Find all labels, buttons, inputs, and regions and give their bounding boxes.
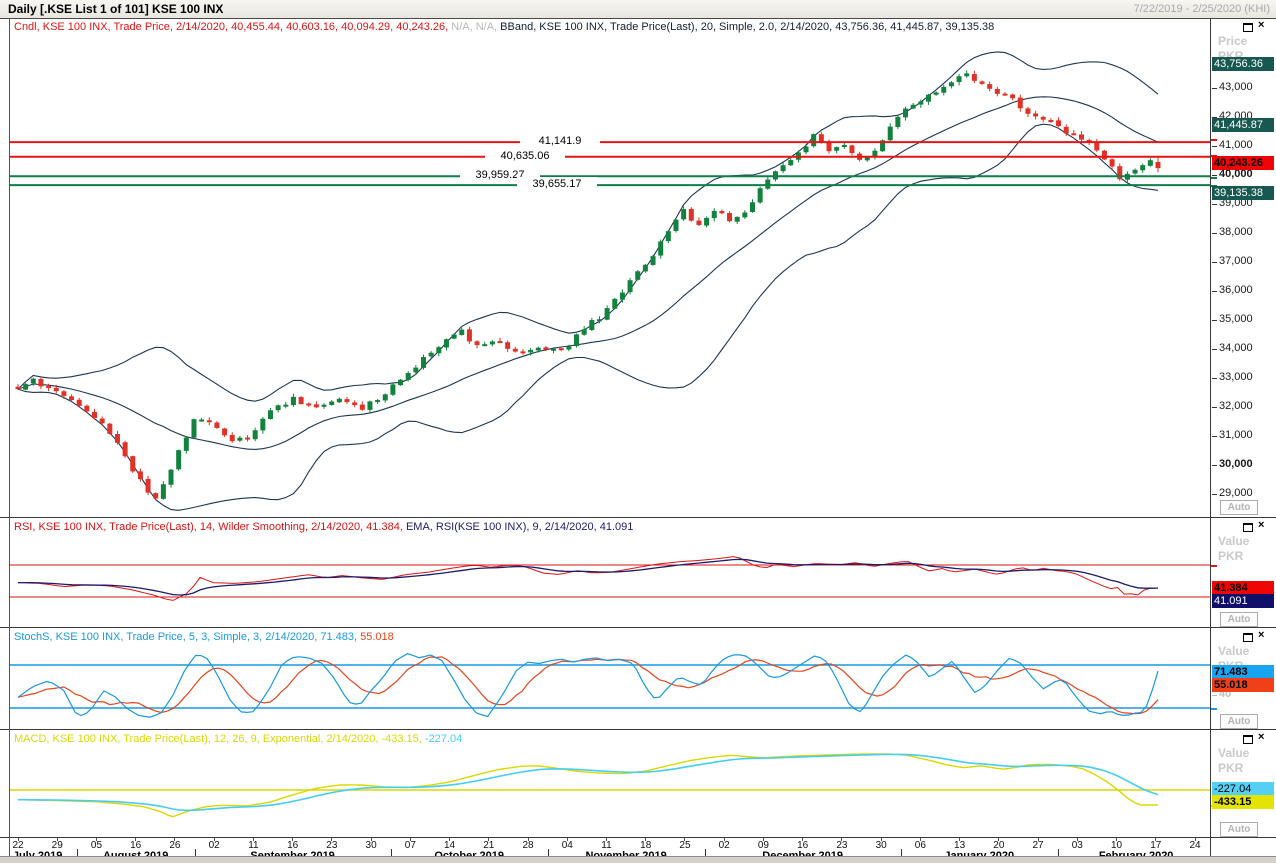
- chart-title: Daily [.KSE List 1 of 101] KSE 100 INX: [8, 2, 223, 16]
- macd-auto-button[interactable]: Auto: [1220, 822, 1258, 837]
- maximize-icon[interactable]: [1243, 633, 1253, 642]
- horizontal-level-lines[interactable]: [10, 142, 1210, 185]
- level-line-label[interactable]: 39,655.17: [517, 177, 597, 191]
- level-line-label[interactable]: 41,141.9: [520, 134, 600, 148]
- price-axis-badge: 43,756.36: [1212, 57, 1274, 71]
- macd-axis-badge: -227.04: [1212, 782, 1274, 796]
- price-axis-tick-label: 41,000: [1219, 139, 1253, 151]
- price-axis-tick-dash: [1212, 349, 1217, 350]
- day-tick-label: 30: [871, 840, 891, 851]
- price-chart-canvas[interactable]: [10, 18, 1210, 518]
- day-tick-label: 30: [361, 840, 381, 851]
- price-axis-tick-label: 37,000: [1219, 255, 1253, 267]
- plot-left-border: [9, 18, 10, 856]
- price-axis-badge: 40,243.26: [1212, 156, 1274, 170]
- day-tick-label: 02: [204, 840, 224, 851]
- rsi-axis-title: Value: [1218, 534, 1249, 548]
- stoch-axis-badge: 71.483: [1212, 665, 1274, 679]
- price-axis-tick-dash: [1212, 320, 1217, 321]
- macd-axis-badge: -433.15: [1212, 795, 1274, 809]
- maximize-icon[interactable]: [1243, 23, 1253, 32]
- price-axis-tick-dash: [1212, 175, 1217, 176]
- price-auto-button[interactable]: Auto: [1220, 500, 1258, 515]
- price-axis-badge: 39,135.38: [1212, 186, 1274, 200]
- price-axis-tick-dash: [1212, 465, 1217, 466]
- macd-axis-unit: PKR: [1218, 761, 1243, 775]
- price-axis-tick-dash: [1212, 146, 1217, 147]
- close-icon[interactable]: ×: [1258, 629, 1264, 641]
- price-axis-tick-label: 35,000: [1219, 313, 1253, 325]
- price-axis-badge: 41,445.87: [1212, 118, 1274, 132]
- rsi-level-dash: [1210, 565, 1217, 567]
- pane-separator: [0, 517, 1276, 518]
- price-axis-tick-label: 36,000: [1219, 284, 1253, 296]
- macd-chart-canvas[interactable]: [10, 730, 1210, 838]
- maximize-icon[interactable]: [1243, 523, 1253, 532]
- axis-left-border: [1210, 18, 1211, 856]
- price-level-dash: [1210, 139, 1217, 141]
- price-level-dash: [1210, 177, 1217, 179]
- price-axis-tick-label: 30,000: [1219, 458, 1253, 470]
- price-axis-tick-label: 32,000: [1219, 400, 1253, 412]
- price-axis-tick-label: 43,000: [1219, 81, 1253, 93]
- pane-separator: [0, 729, 1276, 730]
- window-bottom-strip: [0, 856, 1276, 863]
- rsi-axis-badge: 41.091: [1212, 594, 1274, 608]
- price-axis-tick-dash: [1212, 233, 1217, 234]
- price-axis-tick-dash: [1212, 88, 1217, 89]
- price-axis-tick-dash: [1212, 407, 1217, 408]
- close-icon[interactable]: ×: [1258, 519, 1264, 531]
- day-tick-label: 02: [714, 840, 734, 851]
- price-axis-tick-label: 38,000: [1219, 226, 1253, 238]
- price-axis-tick-label: 29,000: [1219, 487, 1253, 499]
- level-line-label[interactable]: 40,635.06: [485, 149, 565, 163]
- price-axis-tick-dash: [1212, 262, 1217, 263]
- price-axis-tick-dash: [1212, 378, 1217, 379]
- rsi-axis-badge: 41.384: [1212, 581, 1274, 595]
- stoch-axis-title: Value: [1218, 644, 1249, 658]
- rsi-chart-canvas[interactable]: [10, 518, 1210, 628]
- stoch-chart-canvas[interactable]: [10, 628, 1210, 730]
- close-icon[interactable]: ×: [1258, 731, 1264, 743]
- macd-axis-title: Value: [1218, 746, 1249, 760]
- stoch-level-dash: [1210, 708, 1217, 710]
- stoch-auto-button[interactable]: Auto: [1220, 714, 1258, 729]
- price-axis-tick-dash: [1212, 291, 1217, 292]
- pane-separator: [0, 627, 1276, 628]
- maximize-icon[interactable]: [1243, 735, 1253, 744]
- price-axis-tick-label: 33,000: [1219, 371, 1253, 383]
- date-range-label: 7/22/2019 - 2/25/2020 (KHI): [1134, 3, 1270, 15]
- price-axis-title: Price: [1218, 34, 1247, 48]
- price-axis-tick-dash: [1212, 436, 1217, 437]
- rsi-axis-unit: PKR: [1218, 549, 1243, 563]
- price-axis-tick-label: 31,000: [1219, 429, 1253, 441]
- rsi-auto-button[interactable]: Auto: [1220, 612, 1258, 627]
- pane-separator: [0, 837, 1276, 838]
- price-axis-tick-label: 34,000: [1219, 342, 1253, 354]
- stoch-axis-badge: 55.018: [1212, 678, 1274, 692]
- price-axis-tick-dash: [1212, 204, 1217, 205]
- price-axis-tick-dash: [1212, 494, 1217, 495]
- bollinger-band-lines: [18, 52, 1158, 510]
- stoch-axis-tick-dash: [1212, 695, 1217, 696]
- chart-window: Daily [.KSE List 1 of 101] KSE 100 INX 7…: [0, 0, 1276, 863]
- window-titlebar: Daily [.KSE List 1 of 101] KSE 100 INX 7…: [0, 0, 1276, 19]
- close-icon[interactable]: ×: [1258, 19, 1264, 31]
